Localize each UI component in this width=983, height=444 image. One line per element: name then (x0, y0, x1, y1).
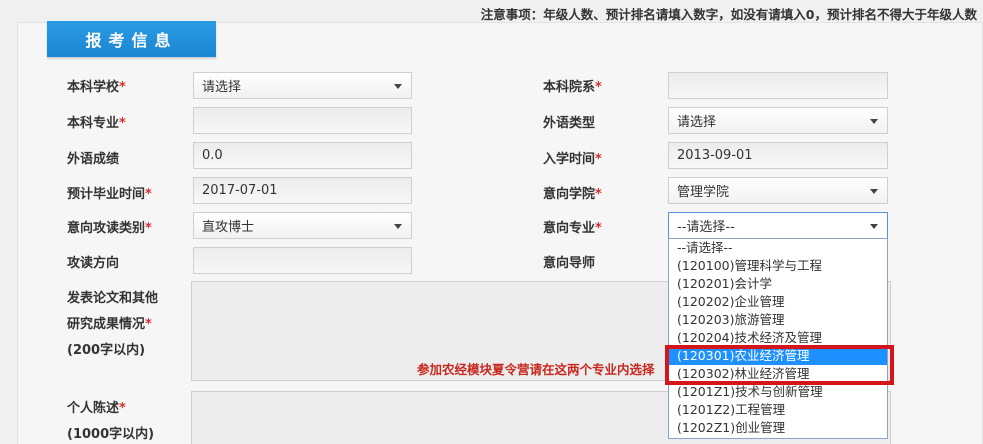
major-input[interactable] (193, 107, 412, 134)
label-direction: 攻读方向 (67, 256, 120, 271)
label-papers-line1: 发表论文和其他 (67, 291, 159, 306)
label-papers-line3: (200字以内) (67, 343, 146, 358)
dropdown-option[interactable]: (120201)会计学 (669, 275, 887, 293)
label-lang-score: 外语成绩 (67, 152, 120, 167)
dropdown-option[interactable]: (120203)旅游管理 (669, 311, 887, 329)
section-title: 报考信息 (47, 21, 216, 57)
target-major-select[interactable]: --请选择-- (668, 212, 888, 239)
label-statement-line1: 个人陈述* (67, 401, 126, 416)
enroll-time-input[interactable]: 2013-09-01 (668, 142, 888, 169)
label-target-college: 意向学院* (543, 187, 602, 202)
target-college-select[interactable]: 管理学院 (668, 177, 888, 204)
label-papers-line2: 研究成果情况* (67, 317, 152, 332)
direction-input[interactable] (193, 247, 412, 274)
label-major: 本科专业* (67, 116, 126, 131)
label-statement-line2: (1000字以内) (67, 427, 155, 442)
target-major-dropdown-list: --请选择-- (120100)管理科学与工程 (120201)会计学 (120… (668, 238, 888, 439)
dropdown-option[interactable]: (1202Z1)创业管理 (669, 419, 887, 437)
label-tutor: 意向导师 (543, 256, 596, 271)
label-department: 本科院系* (543, 80, 602, 95)
dropdown-option[interactable]: (120204)技术经济及管理 (669, 329, 887, 347)
dropdown-option[interactable]: (120302)林业经济管理 (669, 365, 887, 383)
lang-type-select[interactable]: 请选择 (668, 107, 888, 134)
label-school: 本科学校* (67, 80, 126, 95)
label-study-type: 意向攻读类别* (67, 221, 152, 236)
dropdown-option[interactable]: --请选择-- (669, 239, 887, 257)
study-type-select[interactable]: 直攻博士 (193, 212, 412, 239)
lang-score-input[interactable]: 0.0 (193, 142, 412, 169)
label-target-major: 意向专业* (543, 221, 602, 236)
dropdown-option[interactable]: (1201Z2)工程管理 (669, 401, 887, 419)
label-lang-type: 外语类型 (543, 116, 596, 131)
dropdown-option[interactable]: (1201Z1)技术与创新管理 (669, 383, 887, 401)
department-input[interactable] (668, 72, 888, 99)
school-select[interactable]: 请选择 (193, 72, 412, 99)
dropdown-option-selected[interactable]: (120301)农业经济管理 (669, 347, 887, 365)
notice-text: 注意事项：年级人数、预计排名请填入数字，如没有请填入0，预计排名不得大于年级人数 (480, 7, 977, 22)
dropdown-option[interactable]: (120100)管理科学与工程 (669, 257, 887, 275)
grad-time-input[interactable]: 2017-07-01 (193, 177, 412, 204)
hint-text: 参加农经模块夏令营请在这两个专业内选择 (417, 362, 655, 377)
label-enroll-time: 入学时间* (543, 152, 602, 167)
label-grad-time: 预计毕业时间* (67, 187, 152, 202)
dropdown-option[interactable]: (120202)企业管理 (669, 293, 887, 311)
